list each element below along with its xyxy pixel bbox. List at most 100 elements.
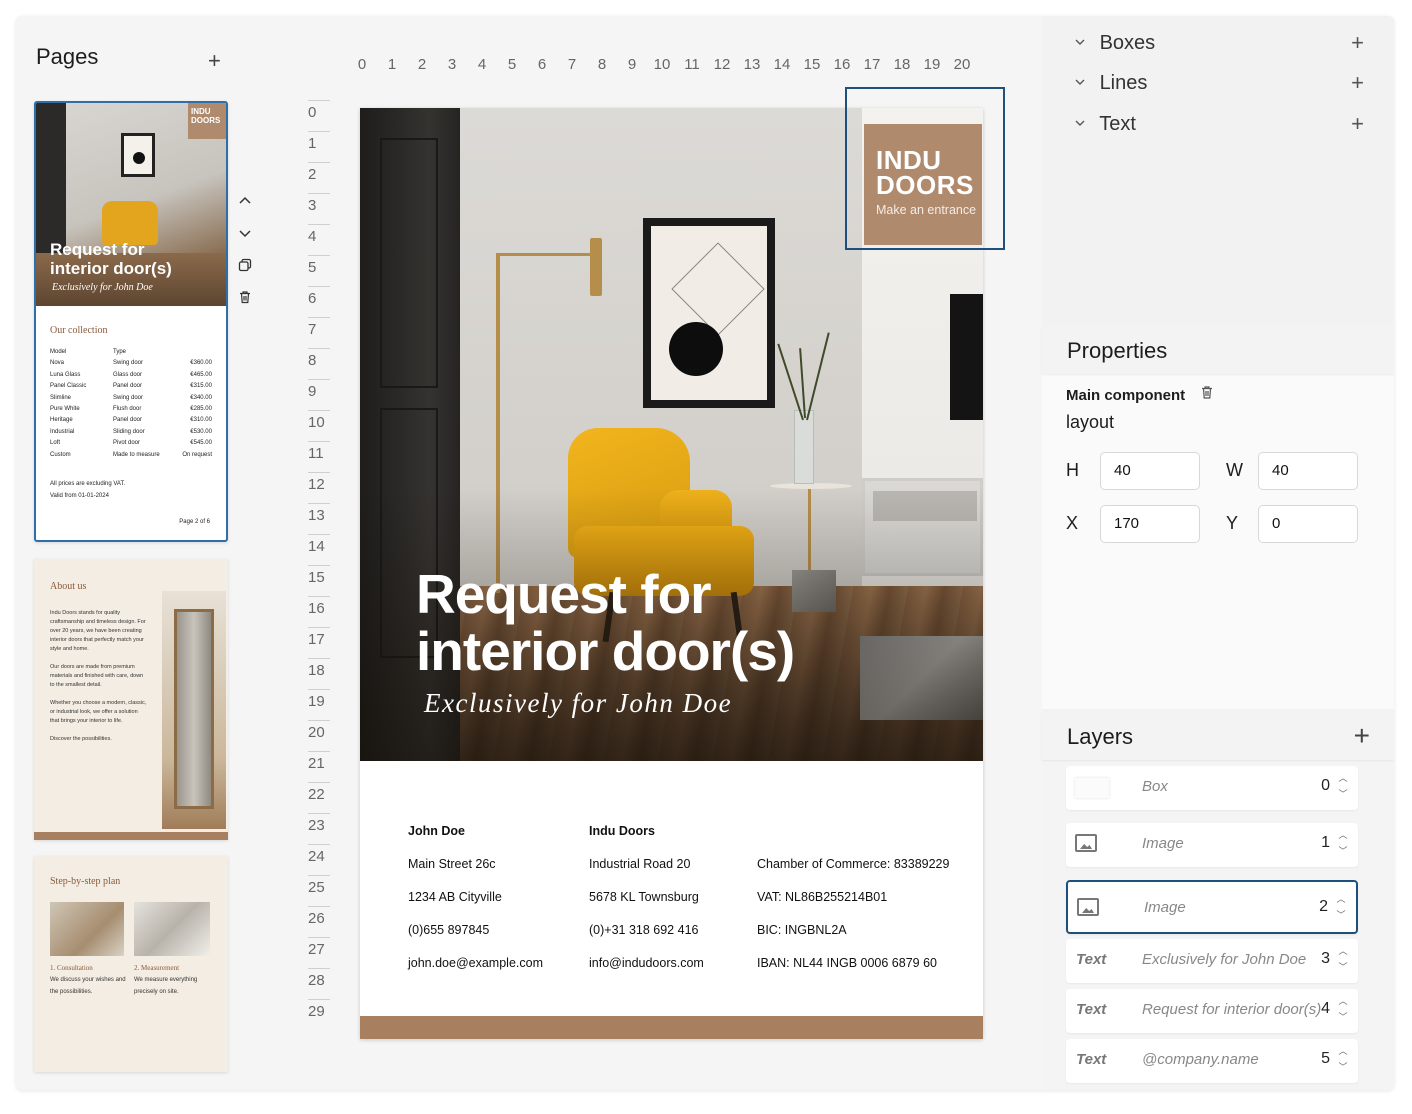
ruler-tick-label: 25 [308,879,325,896]
layer-item-selected[interactable]: Image 2 ︿ ﹀ [1066,880,1358,934]
chevron-down-icon[interactable] [1074,76,1094,91]
table-row: Industrial Sliding door €530.00 [50,428,212,435]
property-group-label: layout [1066,412,1115,432]
reorder-stepper[interactable]: ︿ ﹀ [1336,943,1350,975]
reorder-stepper[interactable]: ︿ ﹀ [1336,1043,1350,1075]
ruler-tick-label: 29 [308,1003,325,1020]
section-lines[interactable]: Lines + [1074,70,1364,98]
x-field[interactable]: 170 [1100,505,1200,543]
layer-item[interactable]: Text @company.name 5 ︿ ﹀ [1066,1039,1358,1083]
ruler-tick [308,348,330,349]
height-field[interactable]: 40 [1100,452,1200,490]
page-subtitle[interactable]: Exclusively for John Doe [424,688,732,719]
registration-details[interactable]: Chamber of Commerce: 83389229 VAT: NL86B… [757,848,949,980]
add-page-button[interactable]: + [208,50,221,72]
ruler-tick-label: 28 [308,972,325,989]
x-label: X [1066,513,1079,533]
ruler-tick-label: 0 [308,104,317,121]
ruler-tick-label: 2 [417,56,427,73]
page-thumbnail-1[interactable]: INDU DOORS Request for interior door(s) … [34,101,228,542]
add-text-button[interactable]: + [1351,111,1364,137]
layer-item[interactable]: Text Request for interior door(s) 4 ︿ ﹀ [1066,989,1358,1033]
ruler-tick [308,596,330,597]
thumbnail-about-text: Indu Doors stands for quality craftsmans… [50,610,147,742]
table-row: Loft Pivot door €545.00 [50,440,212,447]
ruler-tick [308,410,330,411]
chevron-down-icon[interactable] [236,226,254,244]
layer-item[interactable]: Text Exclusively for John Doe 3 ︿ ﹀ [1066,939,1358,983]
thumbnail-hero-image: INDU DOORS Request for interior door(s) … [36,103,226,306]
height-label: H [1066,460,1079,480]
ruler-tick-label: 4 [308,228,317,245]
add-layer-button[interactable]: + [1354,720,1370,752]
thumbnail-subtitle: Exclusively for John Doe [52,282,153,293]
thumbnail-logo: INDU DOORS [188,103,226,139]
ruler-tick-label: 18 [893,56,911,73]
ruler-tick [308,813,330,814]
ruler-tick [308,565,330,566]
chevron-up-icon[interactable] [236,194,254,212]
duplicate-icon[interactable] [236,258,254,276]
ruler-tick-label: 1 [387,56,397,73]
page-title[interactable]: Request for interior door(s) [416,566,856,680]
ruler-tick-label: 8 [597,56,607,73]
table-row: Slimline Swing door €340.00 [50,394,212,401]
company-details[interactable]: Indu Doors Industrial Road 20 5678 KL To… [589,815,704,980]
ruler-tick-label: 1 [308,135,317,152]
section-text[interactable]: Text + [1074,111,1364,139]
thumbnail-price-table: Model Type Nova Swing door €360.00 Luna Gla… [50,347,212,461]
layer-item[interactable]: Box 0 ︿ ﹀ [1066,766,1358,810]
footer-accent-bar[interactable] [360,1016,983,1039]
trash-icon[interactable] [1200,385,1214,404]
right-panel: Boxes + Lines + Text + Main component la… [1042,16,1394,1090]
ruler-tick-label: 13 [743,56,761,73]
chevron-down-icon[interactable] [1074,36,1094,51]
trash-icon[interactable] [236,290,254,308]
layer-item[interactable]: Image 1 ︿ ﹀ [1066,823,1358,867]
page-tools [236,194,254,322]
table-row: Luna Glass Glass door €465.00 [50,371,212,378]
ruler-tick-label: 20 [308,724,325,741]
layers-list: Box 0 ︿ ﹀ Image 1 ︿ ﹀ Image 2 ︿ ﹀ Text Excl… [1042,758,1394,1090]
add-box-button[interactable]: + [1351,30,1364,56]
thumbnail-step2-image [134,902,210,956]
thumbnail-steps-heading: Step-by-step plan [50,876,121,887]
ruler-tick [308,255,330,256]
company-logo[interactable]: INDU DOORS Make an entrance [864,124,982,245]
ruler-tick-label: 5 [308,259,317,276]
ruler-tick-label: 7 [567,56,577,73]
thumbnail-accent-bar [34,832,228,840]
pages-panel-title: Pages [36,44,99,69]
reorder-stepper[interactable]: ︿ ﹀ [1336,770,1350,802]
layers-title: Layers [1067,724,1134,749]
page-thumbnail-2[interactable]: About us Indu Doors stands for quality c… [34,559,228,840]
ruler-tick-label: 14 [773,56,791,73]
component-name: Main component [1066,387,1186,404]
ruler-tick [308,193,330,194]
table-row: Heritage Panel door €310.00 [50,417,212,424]
ruler-tick [308,720,330,721]
ruler-tick [308,317,330,318]
section-boxes[interactable]: Boxes + [1074,30,1364,58]
add-line-button[interactable]: + [1351,70,1364,96]
ruler-tick-label: 8 [308,352,317,369]
editor-window: Pages + INDU DOORS Request for interior … [16,16,1394,1090]
page-thumbnail-3[interactable]: Step-by-step plan 1. Consultation We dis… [34,856,228,1072]
reorder-stepper[interactable]: ︿ ﹀ [1336,993,1350,1025]
ruler-tick [308,906,330,907]
ruler-tick-label: 0 [357,56,367,73]
horizontal-ruler: 0 1 2 3 4 5 6 7 8 9 10 11 12 13 14 15 16 17 18 19 20 [352,56,972,76]
y-label: Y [1226,513,1239,533]
chevron-down-icon[interactable] [1074,117,1094,132]
thumbnail-collection-heading: Our collection [50,325,108,336]
ruler-tick [308,100,330,101]
ruler-tick [308,689,330,690]
reorder-stepper[interactable]: ︿ ﹀ [1334,891,1348,923]
width-field[interactable]: 40 [1258,452,1358,490]
canvas-page[interactable]: Request for interior door(s) Exclusively… [360,108,983,1039]
customer-details[interactable]: John Doe Main Street 26c 1234 AB Cityvil… [408,815,543,980]
ruler-tick-label: 19 [923,56,941,73]
reorder-stepper[interactable]: ︿ ﹀ [1336,827,1350,859]
ruler-tick-label: 11 [684,56,700,73]
y-field[interactable]: 0 [1258,505,1358,543]
